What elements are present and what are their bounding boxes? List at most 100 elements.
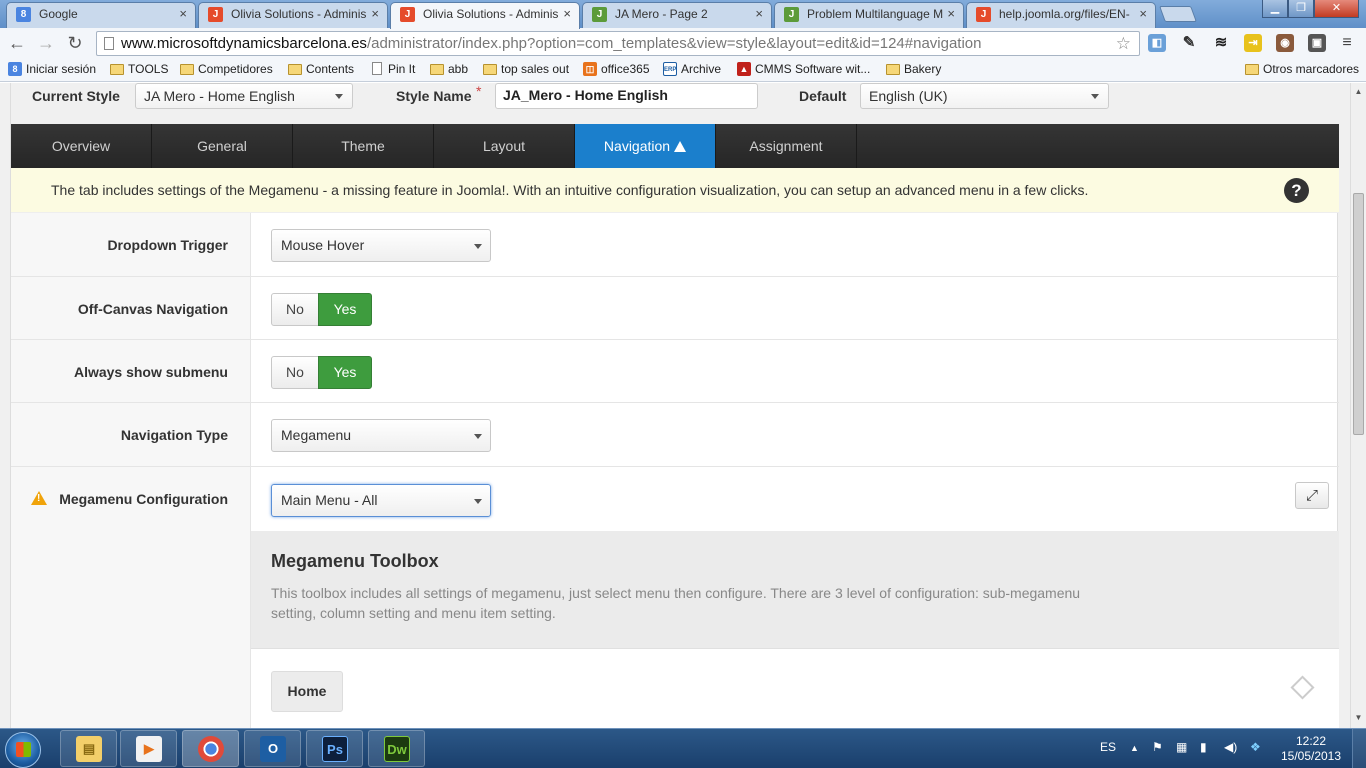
close-tab-icon[interactable]: × — [563, 3, 571, 25]
scroll-down-icon[interactable]: ▼ — [1351, 711, 1366, 725]
move-icon[interactable] — [1290, 675, 1315, 700]
default-language-select[interactable]: English (UK) — [860, 83, 1109, 109]
other-bookmarks-folder[interactable]: Otros marcadores — [1245, 62, 1359, 77]
browser-tab-ja-mero[interactable]: J JA Mero - Page 2 × — [582, 2, 772, 28]
bookmark-label: CMMS Software wit... — [755, 62, 871, 76]
dropbox-icon[interactable]: ❖ — [1250, 740, 1261, 754]
folder-icon — [180, 64, 194, 75]
bookmark-folder[interactable]: TOOLS — [110, 62, 168, 77]
megamenu-toolbox: Megamenu Toolbox This toolbox includes a… — [251, 531, 1339, 649]
page-scrollbar[interactable]: ▲ ▼ — [1350, 83, 1366, 728]
field-label-cell: Navigation Type — [11, 403, 251, 466]
chevron-down-icon — [474, 244, 482, 249]
buffer-extension-icon[interactable]: ≋ — [1212, 34, 1230, 52]
bookmark-item[interactable]: ERP Archive — [663, 62, 721, 77]
browser-tab-google[interactable]: 8 Google × — [6, 2, 196, 28]
screenshot-extension-icon[interactable]: ▣ — [1308, 34, 1326, 52]
always-show-submenu-row: Always show submenu No Yes — [11, 340, 1339, 403]
bookmark-folder[interactable]: abb — [430, 62, 468, 77]
outlook-icon: O — [260, 736, 286, 762]
close-window-button[interactable]: ✕ — [1314, 0, 1359, 18]
tab-assignment[interactable]: Assignment — [716, 124, 857, 168]
style-name-input[interactable]: JA_Mero - Home English — [495, 83, 758, 109]
close-tab-icon[interactable]: × — [1139, 3, 1147, 25]
off-canvas-yes-button[interactable]: Yes — [318, 293, 372, 326]
show-hidden-icons[interactable]: ▲ — [1130, 743, 1139, 753]
system-clock[interactable]: 12:22 15/05/2013 — [1280, 734, 1342, 764]
taskbar-photoshop[interactable]: Ps — [306, 730, 363, 767]
tab-general[interactable]: General — [152, 124, 293, 168]
device-icon[interactable]: ▦ — [1176, 740, 1187, 754]
tab-overview[interactable]: Overview — [11, 124, 152, 168]
megamenu-menu-select[interactable]: Main Menu - All — [271, 484, 491, 517]
address-bar[interactable]: www.microsoftdynamicsbarcelona.es/admini… — [96, 31, 1140, 56]
close-tab-icon[interactable]: × — [947, 3, 955, 25]
bookmark-folder[interactable]: Competidores — [180, 62, 273, 77]
navigation-type-select[interactable]: Megamenu — [271, 419, 491, 452]
minimize-window-button[interactable]: ▁ — [1262, 0, 1288, 18]
office-icon: ◫ — [583, 62, 597, 76]
browser-tab-title: Problem Multilanguage M — [807, 7, 944, 21]
bookmark-item[interactable]: ◫ office365 — [583, 62, 650, 77]
scroll-up-icon[interactable]: ▲ — [1351, 85, 1366, 99]
taskbar-media-player[interactable]: ▶ — [120, 730, 177, 767]
dropdown-trigger-select[interactable]: Mouse Hover — [271, 229, 491, 262]
settings-menu-icon[interactable]: ≡ — [1338, 34, 1356, 52]
browser-tab-help[interactable]: J help.joomla.org/files/EN- × — [966, 2, 1156, 28]
start-button[interactable] — [5, 732, 41, 768]
bookmark-folder[interactable]: top sales out — [483, 62, 569, 77]
back-icon[interactable]: ← — [6, 32, 28, 54]
joomla-icon: J — [976, 7, 991, 22]
close-tab-icon[interactable]: × — [755, 3, 763, 25]
new-tab-button[interactable] — [1159, 6, 1197, 22]
language-indicator[interactable]: ES — [1100, 740, 1116, 754]
extension-icon[interactable]: ◧ — [1148, 34, 1166, 52]
folder-icon — [110, 64, 124, 75]
taskbar-outlook[interactable]: O — [244, 730, 301, 767]
login-extension-icon[interactable]: ⇥ — [1244, 34, 1262, 52]
taskbar-explorer[interactable]: ▤ — [60, 730, 117, 767]
always-show-submenu-no-button[interactable]: No — [271, 356, 319, 389]
taskbar-dreamweaver[interactable]: Dw — [368, 730, 425, 767]
help-icon[interactable]: ? — [1284, 178, 1309, 203]
menu-item-home[interactable]: Home — [271, 671, 343, 712]
always-show-submenu-yes-button[interactable]: Yes — [318, 356, 372, 389]
volume-icon[interactable]: ◀) — [1224, 740, 1237, 754]
tab-navigation[interactable]: Navigation — [575, 124, 716, 168]
show-desktop-button[interactable] — [1352, 729, 1366, 768]
off-canvas-no-button[interactable]: No — [271, 293, 319, 326]
feather-extension-icon[interactable]: ✎ — [1180, 34, 1198, 52]
forward-icon[interactable]: → — [35, 32, 57, 54]
bookmark-folder[interactable]: Contents — [288, 62, 354, 77]
browser-tab-olivia-1[interactable]: J Olivia Solutions - Adminis × — [198, 2, 388, 28]
tab-label: Overview — [51, 138, 111, 154]
close-tab-icon[interactable]: × — [179, 3, 187, 25]
scroll-thumb[interactable] — [1353, 193, 1364, 435]
megamenu-configuration-row: Megamenu Configuration Main Menu - All ⤢ — [11, 467, 1339, 728]
browser-tab-title: JA Mero - Page 2 — [615, 7, 708, 21]
instagram-extension-icon[interactable]: ◉ — [1276, 34, 1294, 52]
field-label-cell: Off-Canvas Navigation — [11, 277, 251, 339]
current-style-select[interactable]: JA Mero - Home English — [135, 83, 353, 109]
navigation-notice: The tab includes settings of the Megamen… — [11, 168, 1339, 213]
browser-tab-olivia-2[interactable]: J Olivia Solutions - Adminis × — [390, 2, 580, 29]
tab-theme[interactable]: Theme — [293, 124, 434, 168]
bookmark-item[interactable]: ▲ CMMS Software wit... — [737, 62, 870, 77]
maximize-window-button[interactable]: ❐ — [1288, 0, 1314, 18]
action-center-flag-icon[interactable]: ⚑ — [1152, 740, 1163, 754]
bookmark-label: TOOLS — [128, 62, 169, 76]
bookmark-label: abb — [448, 62, 469, 76]
taskbar-chrome[interactable] — [182, 730, 239, 767]
off-canvas-label: Off-Canvas Navigation — [77, 301, 228, 317]
bookmark-star-icon[interactable]: ☆ — [1116, 32, 1131, 55]
bookmark-item[interactable]: Pin It — [370, 62, 415, 77]
fullscreen-expand-button[interactable]: ⤢ — [1295, 482, 1329, 509]
tab-layout[interactable]: Layout — [434, 124, 575, 168]
browser-tab-problem[interactable]: J Problem Multilanguage M × — [774, 2, 964, 28]
bookmark-item[interactable]: 8 Iniciar sesión — [8, 62, 96, 77]
network-icon[interactable]: ▮ — [1200, 740, 1207, 754]
reload-icon[interactable]: ↻ — [64, 32, 86, 54]
bookmark-folder[interactable]: Bakery — [886, 62, 941, 77]
close-tab-icon[interactable]: × — [371, 3, 379, 25]
chrome-icon — [198, 736, 224, 762]
